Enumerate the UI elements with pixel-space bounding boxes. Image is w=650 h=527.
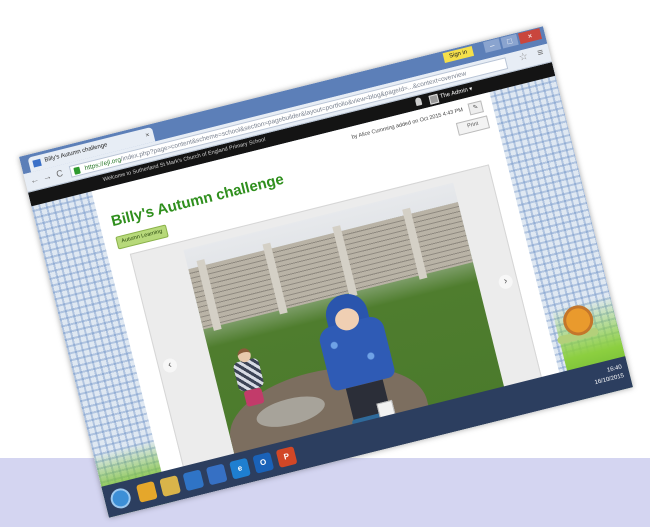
forward-icon[interactable]: → — [42, 171, 53, 183]
powerpoint-icon[interactable]: P — [275, 446, 298, 468]
gallery-next-button[interactable]: › — [497, 273, 515, 291]
sign-in-button[interactable]: Sign in — [442, 46, 475, 64]
edit-icon[interactable]: ✎ — [467, 100, 484, 116]
folder-taskbar-icon[interactable] — [159, 475, 182, 497]
internet-explorer-icon[interactable]: e — [229, 457, 251, 480]
minimize-button[interactable]: – — [483, 38, 502, 53]
gallery-prev-button[interactable]: ‹ — [161, 357, 179, 375]
close-window-button[interactable]: × — [517, 28, 543, 45]
child-small — [229, 345, 268, 408]
maximize-button[interactable]: □ — [500, 33, 519, 49]
lock-icon — [73, 166, 81, 175]
print-button[interactable]: Print — [455, 115, 491, 136]
outlook-icon[interactable]: O — [252, 451, 275, 474]
chrome-taskbar-icon[interactable] — [135, 480, 158, 503]
reload-icon[interactable]: C — [55, 168, 64, 179]
avatar[interactable] — [428, 93, 440, 105]
notifications-bell-icon[interactable] — [414, 96, 423, 107]
page-favicon-icon — [32, 158, 42, 168]
media-taskbar-icon[interactable] — [182, 469, 205, 492]
bookmark-star-icon[interactable]: ☆ — [518, 51, 529, 64]
tab-close-icon[interactable]: × — [144, 128, 152, 144]
tilted-screenshot: Billy's Autumn challenge × Sign in – □ ×… — [19, 26, 633, 518]
start-button[interactable] — [108, 486, 133, 511]
browser-menu-icon[interactable]: ≡ — [536, 47, 544, 59]
back-icon[interactable]: ← — [29, 174, 40, 186]
windows-taskbar-icon[interactable] — [205, 463, 228, 486]
system-clock[interactable]: 16:40 16/10/2015 — [592, 363, 625, 388]
